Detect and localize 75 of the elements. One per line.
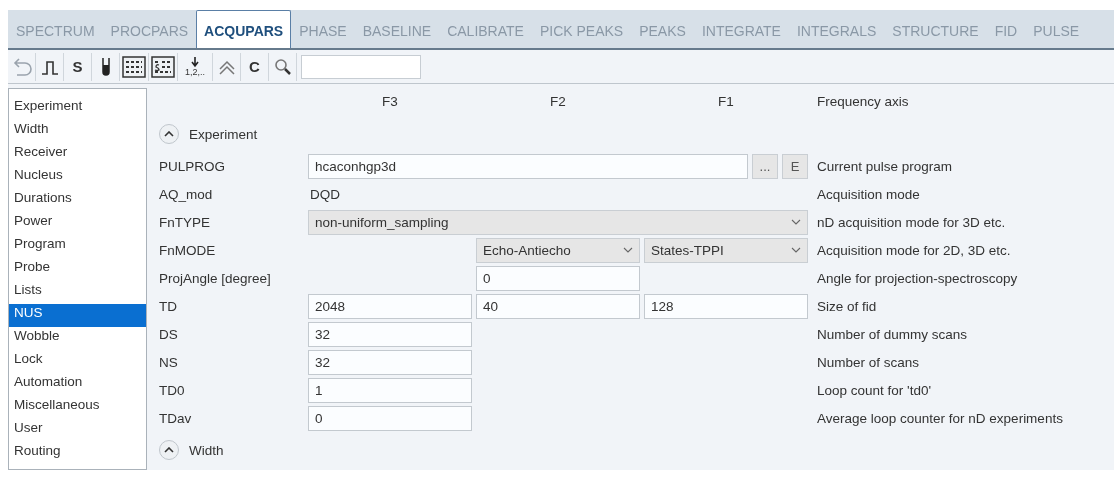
parameter-description: Acquisition mode <box>817 186 920 202</box>
parameter-label: DS <box>159 326 178 342</box>
section-title: Experiment <box>189 126 258 142</box>
parameter-description: Average loop counter for nD experiments <box>817 410 1063 426</box>
search-field[interactable] <box>301 54 421 79</box>
parameter-description: Number of dummy scans <box>817 326 968 342</box>
search-icon <box>272 56 293 77</box>
parameter-value: DQD <box>309 186 340 202</box>
down-arrow-icon <box>190 56 200 68</box>
sidebar-item[interactable]: Wobble <box>9 327 146 350</box>
collapse-button[interactable] <box>159 440 179 460</box>
input-field[interactable]: hcaconhgp3d <box>308 153 748 179</box>
column-header: F3 <box>382 94 398 109</box>
parameter-label: TDav <box>159 410 192 426</box>
sidebar-item[interactable]: Program <box>9 235 146 258</box>
dropdown[interactable]: States-TPPI <box>644 237 808 263</box>
input-field[interactable]: 0 <box>476 265 640 291</box>
sidebar-item[interactable]: Probe <box>9 258 146 281</box>
parameter-label: NS <box>159 354 178 370</box>
input-field[interactable]: 0 <box>308 405 472 431</box>
input-field[interactable]: 32 <box>308 321 472 347</box>
sidebar-item[interactable]: Nucleus <box>9 166 146 189</box>
toolbar-button[interactable] <box>149 52 178 81</box>
column-header: Frequency axis <box>817 94 909 109</box>
sidebar-item[interactable]: Lock <box>9 350 146 373</box>
input-field[interactable]: 2048 <box>308 293 472 319</box>
parameter-description: Current pulse program <box>817 158 953 174</box>
chevron-down-icon <box>623 247 633 253</box>
column-header: F2 <box>550 94 566 109</box>
parameter-label: TD <box>159 298 177 314</box>
sidebar-item[interactable]: NUS <box>9 304 146 327</box>
parameter-label: PULPROG <box>159 158 226 174</box>
sidebar-item[interactable]: Experiment <box>9 97 146 120</box>
chevron-down-icon <box>791 247 801 253</box>
toolbar-button[interactable]: S <box>64 52 92 81</box>
parameter-description: nD acquisition mode for 3D etc. <box>817 214 1006 230</box>
sidebar-item[interactable]: User <box>9 419 146 442</box>
toolbar-button[interactable] <box>120 52 149 81</box>
toolbar-button[interactable]: C <box>241 52 269 81</box>
parameter-description: Size of fid <box>817 298 877 314</box>
parameter-description: Loop count for 'td0' <box>817 382 931 398</box>
column-header: F1 <box>718 94 734 109</box>
sidebar-item[interactable]: Lists <box>9 281 146 304</box>
small-button[interactable]: ... <box>752 153 778 179</box>
parameter-label: FnMODE <box>159 242 216 258</box>
parameter-description: Number of scans <box>817 354 920 370</box>
collapse-button[interactable] <box>159 124 179 144</box>
dropdown[interactable]: Echo-Antiecho <box>476 237 640 263</box>
parameter-label: TD0 <box>159 382 185 398</box>
sidebar-item[interactable]: Automation <box>9 373 146 396</box>
tab[interactable]: ACQUPARS <box>196 10 292 48</box>
table-icon <box>122 55 146 78</box>
chevron-up-icon <box>164 447 174 453</box>
parameter-description: Angle for projection-spectroscopy <box>817 270 1018 286</box>
input-field[interactable]: 32 <box>308 349 472 375</box>
input-field[interactable]: 40 <box>476 293 640 319</box>
input-field[interactable]: 1 <box>308 377 472 403</box>
parameter-label: AQ_mod <box>159 186 213 202</box>
sidebar-item[interactable]: Power <box>9 212 146 235</box>
sidebar-item[interactable]: Miscellaneous <box>9 396 146 419</box>
input-field[interactable]: 128 <box>644 293 808 319</box>
sidebar-item[interactable]: Receiver <box>9 143 146 166</box>
chevron-up-icon <box>164 131 174 137</box>
section-title: Width <box>189 442 224 458</box>
parameter-label: FnTYPE <box>159 214 210 230</box>
sort-button[interactable]: 1,2,.. <box>178 52 213 81</box>
small-button[interactable]: E <box>782 153 808 179</box>
dropdown[interactable]: non-uniform_sampling <box>308 209 808 235</box>
sidebar-item[interactable]: Routing <box>9 442 146 465</box>
table-icon <box>151 55 175 78</box>
chevron-down-icon <box>791 219 801 225</box>
parameter-description: Acquisition mode for 2D, 3D etc. <box>817 242 1011 258</box>
parameter-label: ProjAngle [degree] <box>159 270 271 286</box>
sidebar-item[interactable]: Width <box>9 120 146 143</box>
sidebar-item[interactable]: Durations <box>9 189 146 212</box>
